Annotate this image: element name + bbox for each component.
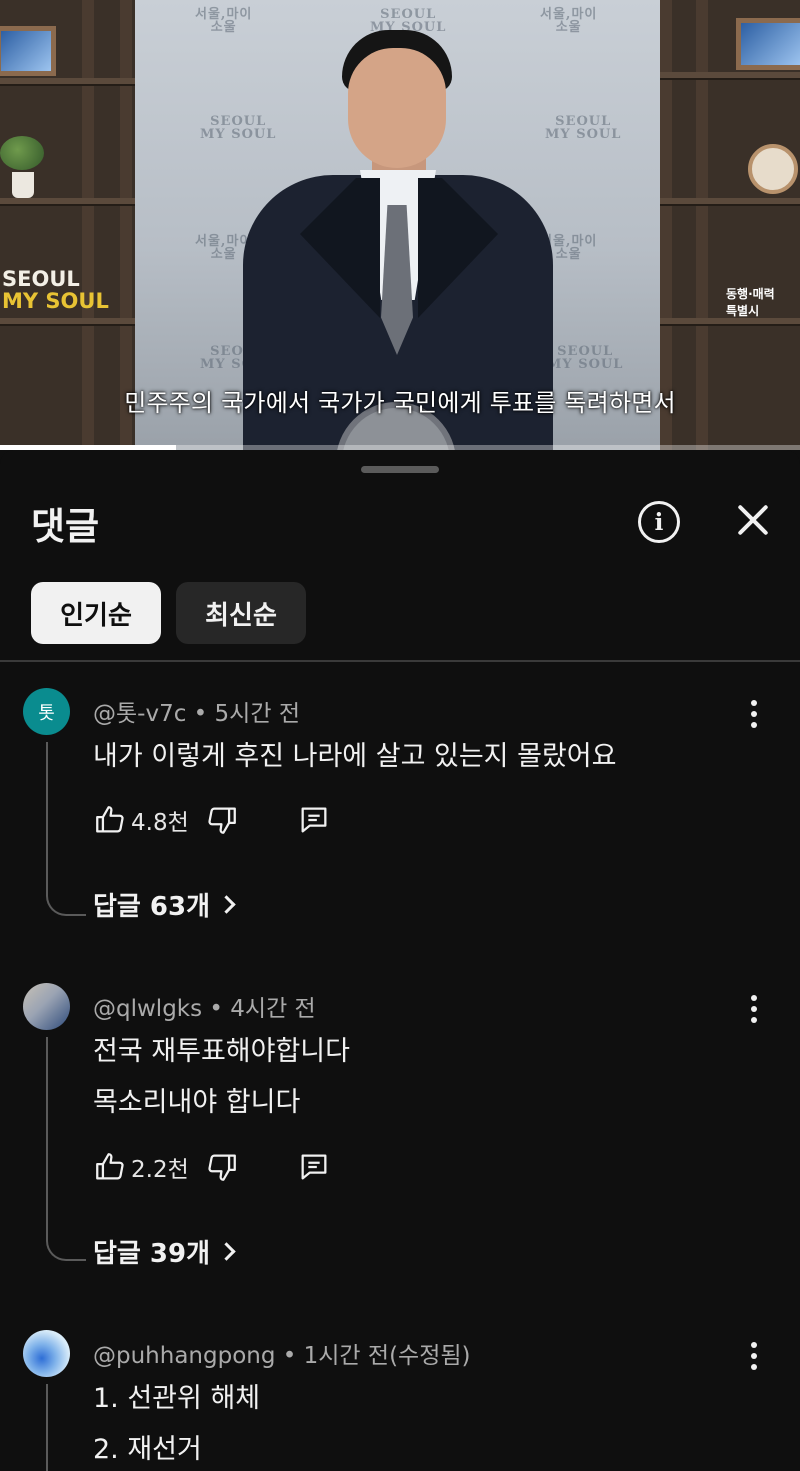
comment-meta: @톳-v7c • 5시간 전 xyxy=(93,694,300,728)
chevron-right-icon xyxy=(217,1242,236,1261)
more-options-icon[interactable] xyxy=(744,995,764,1025)
avatar[interactable] xyxy=(23,1330,70,1377)
comment-text: 1. 선관위 해체 xyxy=(93,1383,261,1414)
comment-author[interactable]: @puhhangpong xyxy=(93,1343,275,1369)
avatar[interactable] xyxy=(23,983,70,1030)
drag-handle[interactable] xyxy=(361,466,439,473)
thumbs-up-icon[interactable] xyxy=(93,803,127,837)
comment-time: • 5시간 전 xyxy=(193,701,300,727)
replies-count: 답글 39개 xyxy=(93,1239,210,1269)
more-options-icon[interactable] xyxy=(744,700,764,730)
view-replies-link[interactable]: 답글 39개 xyxy=(93,1233,236,1270)
thread-line xyxy=(46,1384,86,1471)
comment-author[interactable]: @톳-v7c xyxy=(93,701,186,727)
thread-line xyxy=(46,742,86,916)
panel-title: 댓글 xyxy=(31,505,100,548)
close-icon[interactable] xyxy=(730,497,776,543)
divider xyxy=(0,660,800,662)
comment-author[interactable]: @qlwlgks xyxy=(93,996,202,1022)
comment-meta: @puhhangpong • 1시간 전(수정됨) xyxy=(93,1336,471,1370)
video-caption: 민주주의 국가에서 국가가 국민에게 투표를 독려하면서 xyxy=(124,389,676,417)
chevron-right-icon xyxy=(217,895,236,914)
thumbs-down-icon[interactable] xyxy=(205,1150,239,1184)
thumbs-down-icon[interactable] xyxy=(205,803,239,837)
thread-line xyxy=(46,1037,86,1261)
comments-panel: 댓글 i 인기순 최신순 톳 @톳-v7c • 5시간 전 내가 이렇게 후진 … xyxy=(0,450,800,1471)
thumbs-up-icon[interactable] xyxy=(93,1150,127,1184)
avatar[interactable]: 톳 xyxy=(23,688,70,735)
comment-actions: 2.2천 xyxy=(93,1147,331,1187)
view-replies-link[interactable]: 답글 63개 xyxy=(93,886,236,923)
video-player[interactable]: 서울,마이 소울 SEOUL MY SOUL 서울,마이 소울 SEOUL MY SOU… xyxy=(0,0,800,450)
comment-text: 2. 재선거 xyxy=(93,1434,202,1465)
sort-chip-newest[interactable]: 최신순 xyxy=(176,582,306,644)
more-options-icon[interactable] xyxy=(744,1342,764,1372)
info-icon[interactable]: i xyxy=(638,501,680,543)
comment-time: • 4시간 전 xyxy=(209,996,316,1022)
comment-actions: 4.8천 xyxy=(93,800,331,840)
comment-meta: @qlwlgks • 4시간 전 xyxy=(93,989,316,1023)
reply-icon[interactable] xyxy=(297,803,331,837)
comment-text: 목소리내야 합니다 xyxy=(93,1087,301,1118)
like-count: 4.8천 xyxy=(131,810,189,836)
comment-text: 내가 이렇게 후진 나라에 살고 있는지 몰랐어요 xyxy=(93,741,617,772)
replies-count: 답글 63개 xyxy=(93,892,210,922)
sort-chip-top[interactable]: 인기순 xyxy=(31,582,161,644)
comment-time: • 1시간 전(수정됨) xyxy=(282,1343,471,1369)
comment-text: 전국 재투표해야합니다 xyxy=(93,1036,350,1067)
like-count: 2.2천 xyxy=(131,1157,189,1183)
reply-icon[interactable] xyxy=(297,1150,331,1184)
